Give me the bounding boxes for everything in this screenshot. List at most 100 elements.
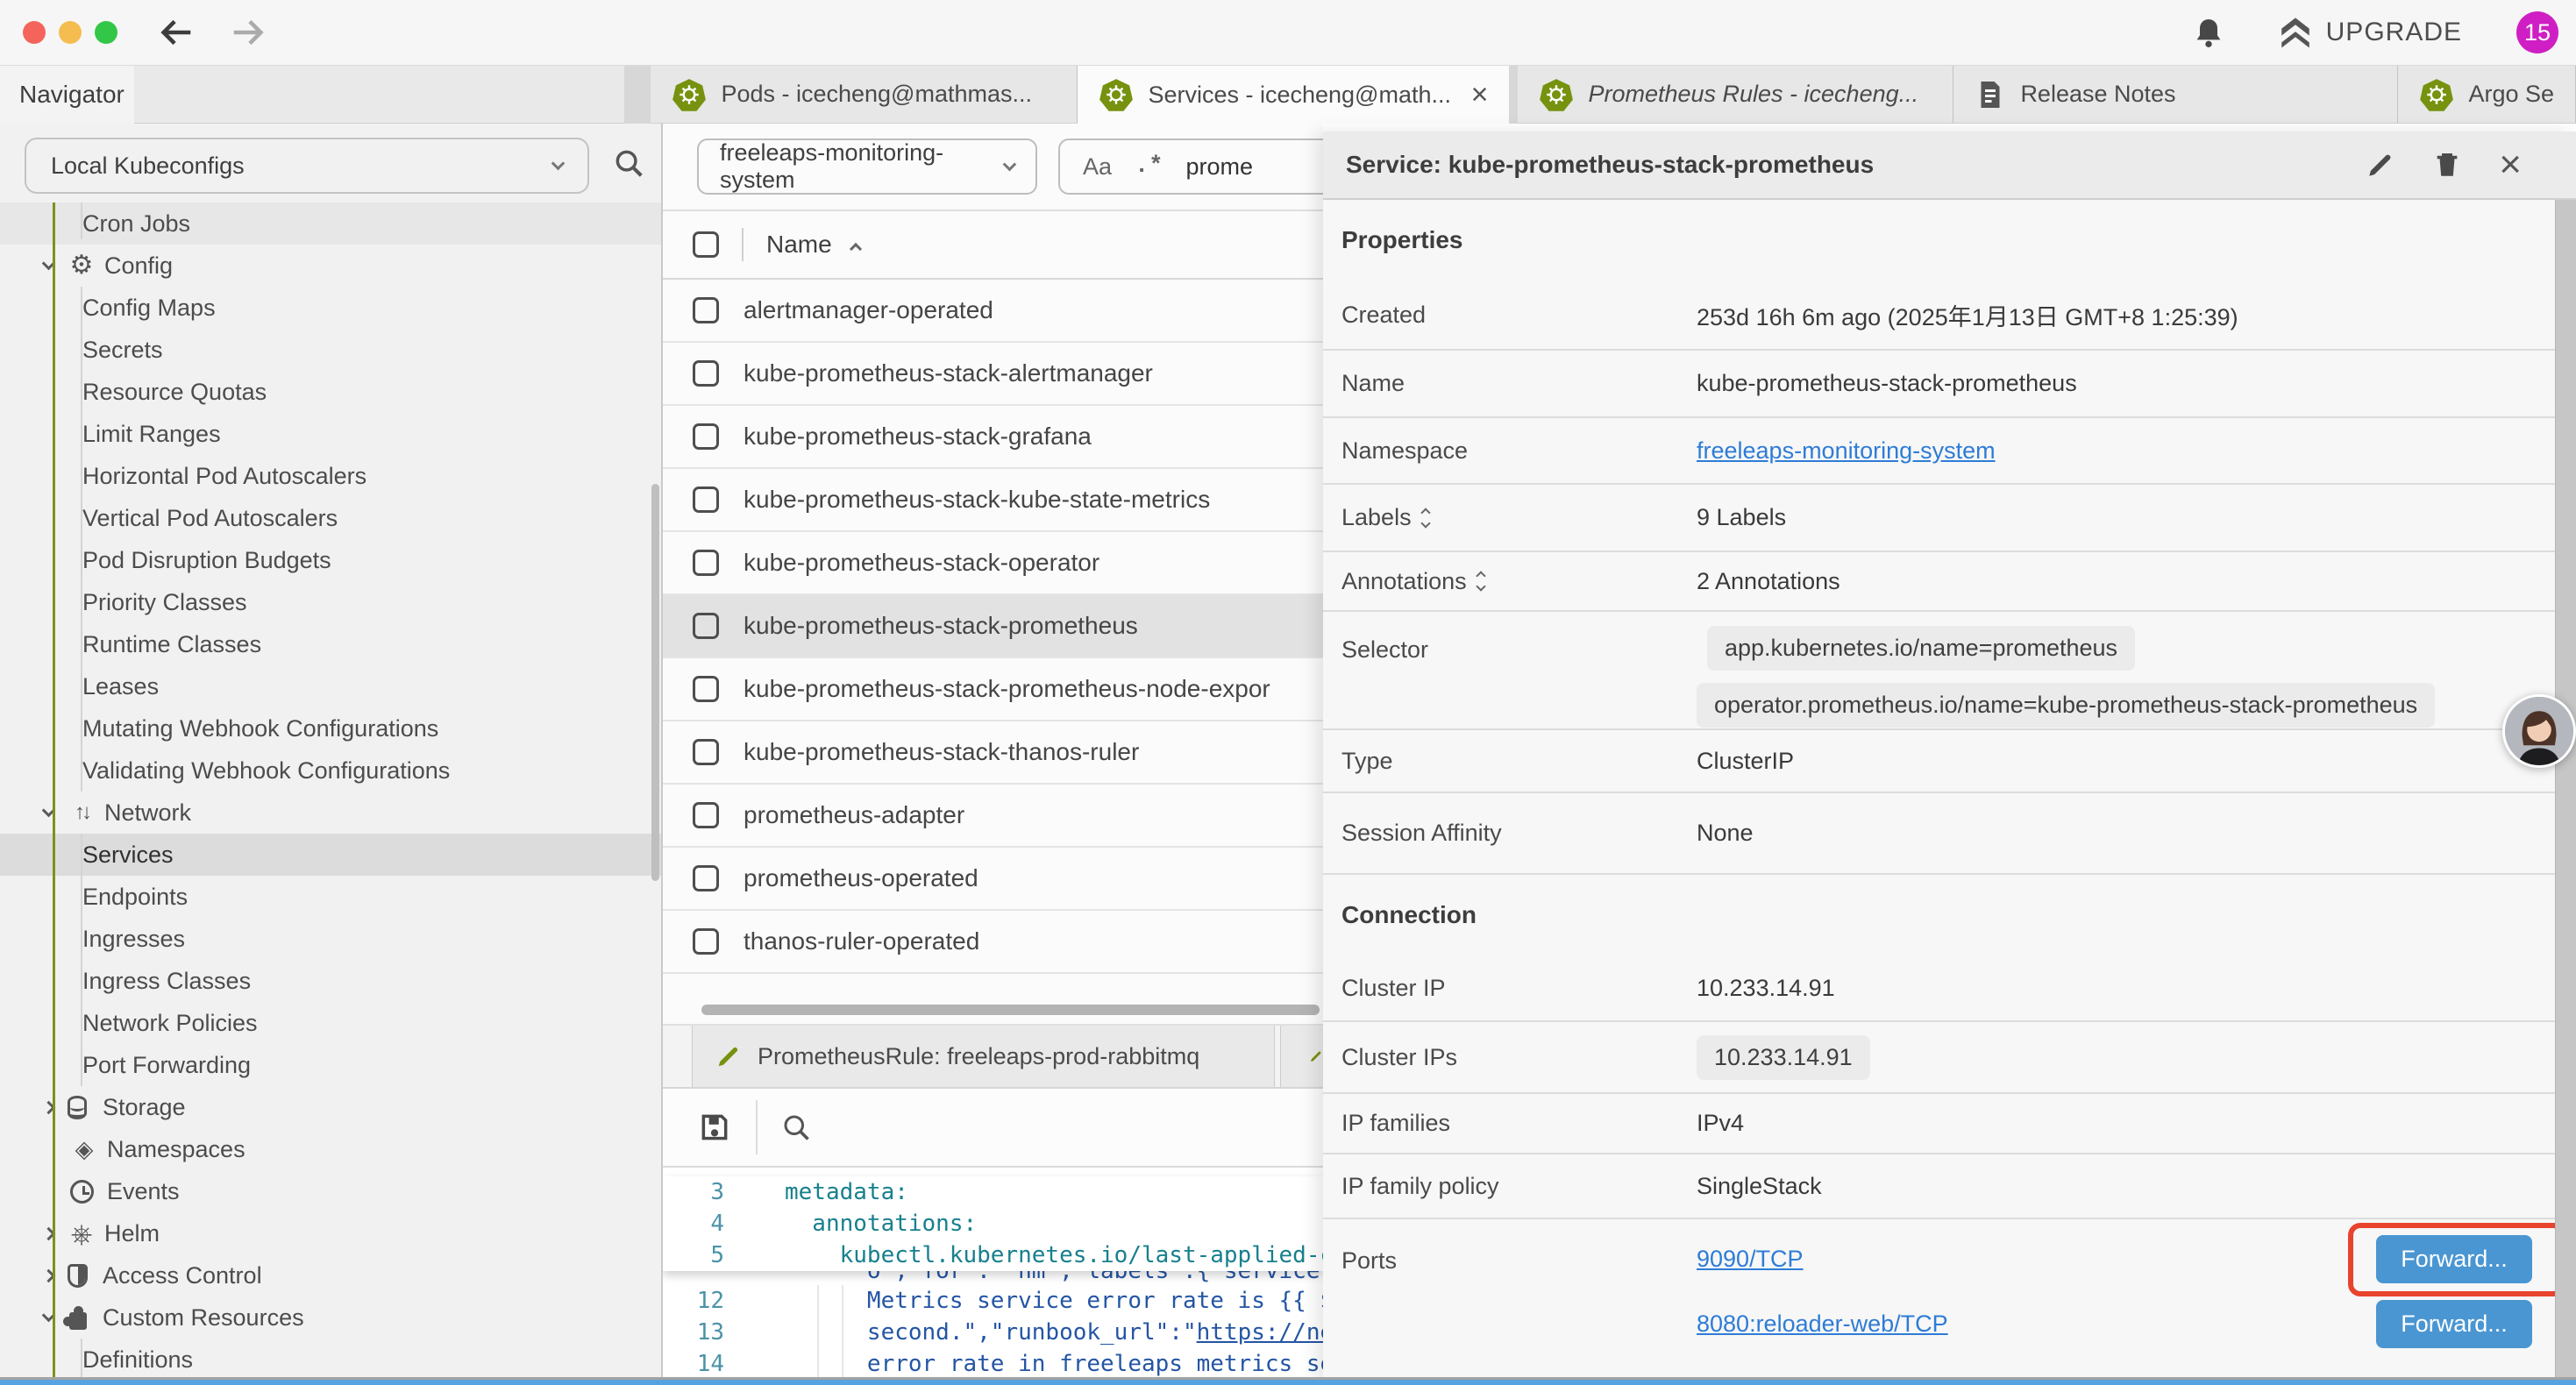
code-text: o","for": "nm","labels":{"service":: [785, 1271, 1323, 1284]
detail-scrollbar[interactable]: [2555, 200, 2576, 1385]
close-tab-icon[interactable]: ×: [1471, 78, 1489, 112]
sidebar-group-storage[interactable]: Storage: [0, 1086, 661, 1128]
maximize-window-button[interactable]: [95, 21, 117, 44]
notifications-bell-icon[interactable]: [2191, 15, 2226, 50]
window-controls: [23, 21, 117, 44]
editor-search-icon[interactable]: [780, 1112, 812, 1143]
sidebar-scrollbar[interactable]: [651, 484, 659, 881]
service-row[interactable]: kube-prometheus-stack-operator: [663, 532, 1323, 595]
service-row[interactable]: kube-prometheus-stack-thanos-ruler: [663, 721, 1323, 785]
regex-toggle[interactable]: .*: [1135, 153, 1163, 180]
user-avatar[interactable]: [2502, 694, 2576, 768]
service-row[interactable]: alertmanager-operated: [663, 280, 1323, 343]
row-checkbox[interactable]: [693, 928, 719, 955]
row-checkbox[interactable]: [693, 550, 719, 576]
sidebar-group-custom-resources[interactable]: Custom Resources: [0, 1296, 661, 1339]
name-column-header[interactable]: Name: [766, 231, 832, 259]
sidebar-item-mutating-webhook-configurations[interactable]: Mutating Webhook Configurations: [0, 707, 661, 749]
tab-argo[interactable]: Argo Se: [2398, 66, 2576, 124]
port-link[interactable]: 8080:reloader-web/TCP: [1697, 1310, 1948, 1338]
sidebar-item-services[interactable]: Services: [0, 834, 661, 876]
upgrade-button[interactable]: UPGRADE: [2277, 15, 2462, 50]
yaml-editor[interactable]: 3metadata: 4 annotations: 5 kubectl.kube…: [663, 1166, 1323, 1385]
sidebar-item-resource-quotas[interactable]: Resource Quotas: [0, 371, 661, 413]
editor-tab-secondary[interactable]: [1280, 1026, 1323, 1087]
match-case-toggle[interactable]: Aa: [1083, 153, 1112, 181]
tab-pods[interactable]: Pods - icecheng@mathmas...: [651, 66, 1078, 124]
sidebar-item-network-policies[interactable]: Network Policies: [0, 1002, 661, 1044]
row-checkbox[interactable]: [693, 865, 719, 891]
sidebar-item-vertical-pod-autoscalers[interactable]: Vertical Pod Autoscalers: [0, 497, 661, 539]
expand-collapse-icon[interactable]: [1422, 509, 1429, 527]
sidebar-item-port-forwarding[interactable]: Port Forwarding: [0, 1044, 661, 1086]
sidebar-item-secrets[interactable]: Secrets: [0, 329, 661, 371]
sidebar-group-access-control[interactable]: Access Control: [0, 1254, 661, 1296]
close-panel-icon[interactable]: ×: [2499, 146, 2522, 184]
sidebar-group-config[interactable]: Config: [0, 245, 661, 287]
sidebar-item-horizontal-pod-autoscalers[interactable]: Horizontal Pod Autoscalers: [0, 455, 661, 497]
sidebar-item-limit-ranges[interactable]: Limit Ranges: [0, 413, 661, 455]
sidebar-item-ingress-classes[interactable]: Ingress Classes: [0, 960, 661, 1002]
service-row[interactable]: prometheus-operated: [663, 848, 1323, 911]
tab-prometheus-rules[interactable]: Prometheus Rules - icecheng...: [1518, 66, 1953, 124]
sidebar-item-priority-classes[interactable]: Priority Classes: [0, 581, 661, 623]
sidebar-item-endpoints[interactable]: Endpoints: [0, 876, 661, 918]
edit-icon[interactable]: [2366, 150, 2395, 180]
sidebar-group-network[interactable]: Network: [0, 792, 661, 834]
row-checkbox[interactable]: [693, 360, 719, 387]
save-icon[interactable]: [698, 1111, 731, 1144]
close-window-button[interactable]: [23, 21, 46, 44]
namespace-link[interactable]: freeleaps-monitoring-system: [1697, 437, 1996, 465]
port-link[interactable]: 9090/TCP: [1697, 1246, 1804, 1273]
forward-button[interactable]: Forward...: [2376, 1235, 2532, 1283]
sidebar-item-ingresses[interactable]: Ingresses: [0, 918, 661, 960]
notification-count-badge[interactable]: 15: [2516, 11, 2558, 53]
row-checkbox[interactable]: [693, 739, 719, 765]
prometheusrule-editor-tab[interactable]: PrometheusRule: freeleaps-prod-rabbitmq: [692, 1026, 1275, 1087]
sidebar-item-events[interactable]: Events: [0, 1170, 661, 1212]
labels-row[interactable]: Labels 9 Labels: [1323, 485, 2555, 552]
sidebar-item-runtime-classes[interactable]: Runtime Classes: [0, 623, 661, 665]
sidebar-item-leases[interactable]: Leases: [0, 665, 661, 707]
code-link[interactable]: https://net: [1197, 1319, 1323, 1346]
search-input[interactable]: Aa .* prome: [1058, 138, 1323, 195]
row-checkbox[interactable]: [693, 802, 719, 828]
forward-button[interactable]: [228, 12, 268, 53]
select-all-checkbox[interactable]: [693, 231, 719, 258]
row-checkbox[interactable]: [693, 297, 719, 323]
sort-ascending-icon[interactable]: [850, 243, 862, 255]
horizontal-scrollbar[interactable]: [701, 1005, 1320, 1015]
delete-icon[interactable]: [2432, 150, 2462, 180]
service-row[interactable]: kube-prometheus-stack-alertmanager: [663, 343, 1323, 406]
sidebar-item-pod-disruption-budgets[interactable]: Pod Disruption Budgets: [0, 539, 661, 581]
row-checkbox[interactable]: [693, 487, 719, 513]
back-button[interactable]: [156, 12, 196, 53]
sidebar-item-cron-jobs[interactable]: Cron Jobs: [0, 202, 661, 245]
sidebar-item-definitions[interactable]: Definitions: [0, 1339, 661, 1381]
row-checkbox[interactable]: [693, 676, 719, 702]
sidebar-group-helm[interactable]: Helm: [0, 1212, 661, 1254]
row-checkbox[interactable]: [693, 613, 719, 639]
row-checkbox[interactable]: [693, 423, 719, 450]
service-row[interactable]: kube-prometheus-stack-kube-state-metrics: [663, 469, 1323, 532]
sidebar-search-icon[interactable]: [612, 146, 645, 180]
navigator-panel-tab[interactable]: Navigator: [0, 66, 134, 124]
shield-icon: [68, 1264, 88, 1288]
expand-collapse-icon[interactable]: [1477, 572, 1484, 590]
service-row[interactable]: kube-prometheus-stack-grafana: [663, 406, 1323, 469]
annotations-row[interactable]: Annotations 2 Annotations: [1323, 552, 2555, 612]
kubeconfig-selector[interactable]: Local Kubeconfigs: [25, 138, 589, 194]
minimize-window-button[interactable]: [59, 21, 82, 44]
sidebar-item-config-maps[interactable]: Config Maps: [0, 287, 661, 329]
service-row[interactable]: thanos-ruler-operated: [663, 911, 1323, 974]
service-row[interactable]: prometheus-adapter: [663, 785, 1323, 848]
sidebar-item-validating-webhook-configurations[interactable]: Validating Webhook Configurations: [0, 749, 661, 792]
forward-button[interactable]: Forward...: [2376, 1300, 2532, 1348]
namespace-filter-dropdown[interactable]: freeleaps-monitoring-system: [697, 138, 1037, 195]
service-row[interactable]: kube-prometheus-stack-prometheus-node-ex…: [663, 658, 1323, 721]
tab-release-notes[interactable]: Release Notes: [1953, 66, 2398, 124]
sidebar-item-namespaces[interactable]: Namespaces: [0, 1128, 661, 1170]
tab-services[interactable]: Services - icecheng@math... ×: [1078, 66, 1509, 124]
ports-row: Ports 9090/TCP Forward... 8080:reloader-…: [1323, 1219, 2555, 1385]
service-row[interactable]: kube-prometheus-stack-prometheus: [663, 595, 1323, 658]
